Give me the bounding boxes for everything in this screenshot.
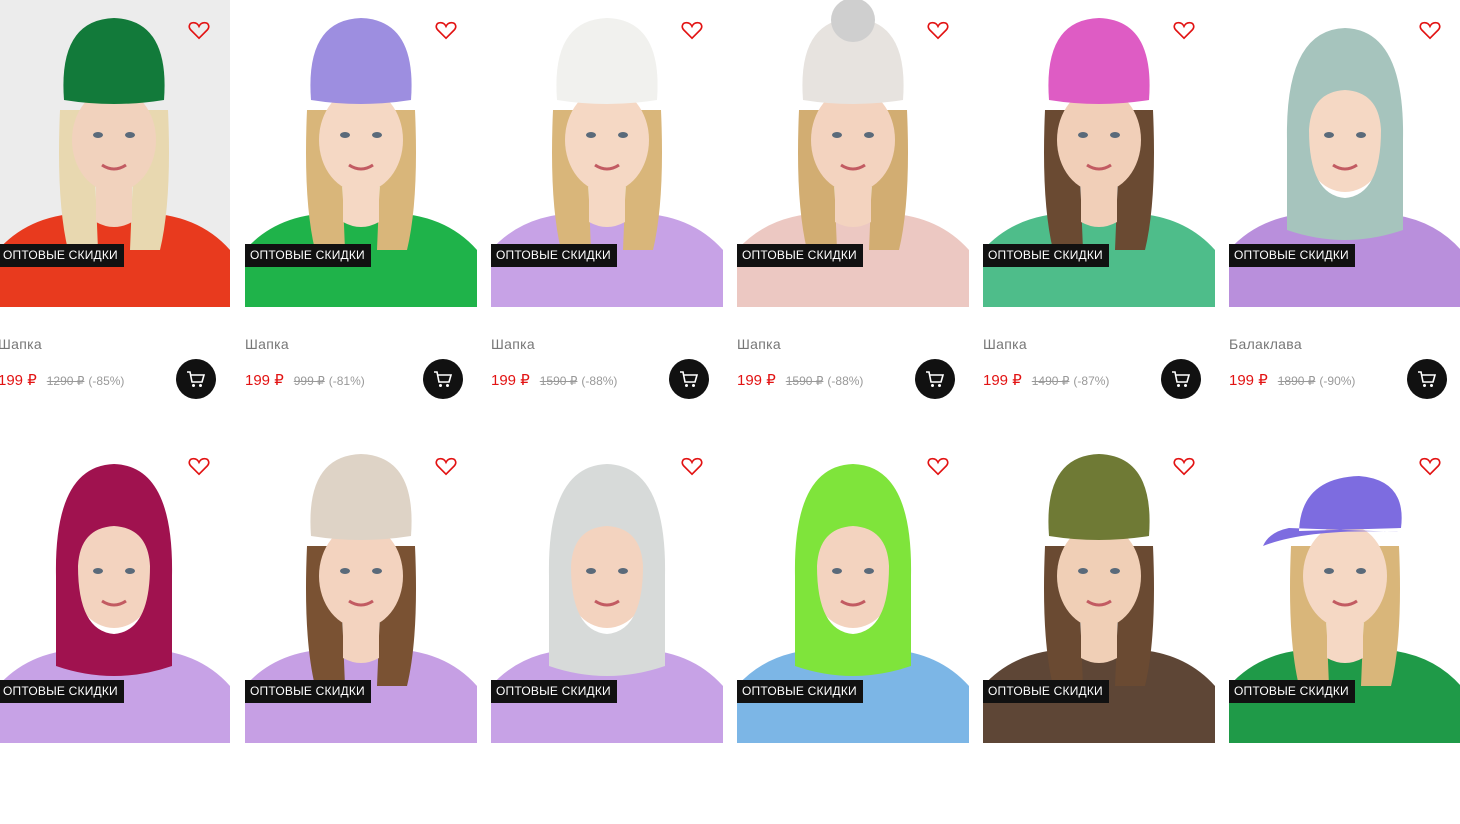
- current-price: 199 ₽: [0, 372, 37, 389]
- shopping-cart-icon: [680, 371, 699, 387]
- discount-percent: (-81%): [328, 374, 365, 388]
- heart-icon[interactable]: [681, 456, 703, 476]
- add-to-cart-button[interactable]: [176, 359, 216, 399]
- product-image[interactable]: ОПТОВЫЕ СКИДКИ: [245, 0, 477, 307]
- product-image[interactable]: ОПТОВЫЕ СКИДКИ: [0, 436, 230, 743]
- current-price: 199 ₽: [245, 372, 284, 389]
- wholesale-discount-badge: ОПТОВЫЕ СКИДКИ: [491, 244, 617, 267]
- product-image[interactable]: ОПТОВЫЕ СКИДКИ: [983, 0, 1215, 307]
- old-price: 999 ₽: [293, 374, 325, 388]
- price-row: 199 ₽ 1890 ₽ (-90%): [1229, 371, 1355, 389]
- shopping-cart-icon: [187, 371, 206, 387]
- current-price: 199 ₽: [1229, 372, 1268, 389]
- wholesale-discount-badge: ОПТОВЫЕ СКИДКИ: [983, 680, 1109, 703]
- price-row: [1229, 807, 1243, 824]
- wholesale-discount-badge: ОПТОВЫЕ СКИДКИ: [245, 680, 371, 703]
- product-title[interactable]: Балаклава: [1229, 336, 1302, 352]
- old-price: 1590 ₽: [785, 374, 824, 388]
- wholesale-discount-badge: ОПТОВЫЕ СКИДКИ: [1229, 244, 1355, 267]
- wholesale-discount-badge: ОПТОВЫЕ СКИДКИ: [737, 244, 863, 267]
- product-title[interactable]: Шапка: [491, 336, 535, 352]
- product-image[interactable]: ОПТОВЫЕ СКИДКИ: [737, 436, 969, 743]
- shopping-cart-icon: [1418, 371, 1437, 387]
- discount-percent: (-87%): [1073, 374, 1110, 388]
- heart-icon[interactable]: [188, 456, 210, 476]
- add-to-cart-button[interactable]: [423, 359, 463, 399]
- heart-icon[interactable]: [1419, 20, 1441, 40]
- product-image[interactable]: ОПТОВЫЕ СКИДКИ: [983, 436, 1215, 743]
- old-price: 1890 ₽: [1277, 374, 1316, 388]
- price-row: [0, 807, 12, 824]
- discount-percent: (-88%): [581, 374, 618, 388]
- add-to-cart-button[interactable]: [669, 359, 709, 399]
- old-price: 1490 ₽: [1031, 374, 1070, 388]
- price-row: [737, 807, 751, 824]
- discount-percent: (-85%): [88, 374, 125, 388]
- shopping-cart-icon: [1172, 371, 1191, 387]
- heart-icon[interactable]: [1173, 456, 1195, 476]
- heart-icon[interactable]: [435, 20, 457, 40]
- product-image[interactable]: ОПТОВЫЕ СКИДКИ: [1229, 436, 1460, 743]
- price-row: 199 ₽ 1490 ₽ (-87%): [983, 371, 1109, 389]
- product-title[interactable]: Шапка: [737, 336, 781, 352]
- add-to-cart-button[interactable]: [1407, 359, 1447, 399]
- wholesale-discount-badge: ОПТОВЫЕ СКИДКИ: [1229, 680, 1355, 703]
- price-row: 199 ₽ 1590 ₽ (-88%): [737, 371, 863, 389]
- wholesale-discount-badge: ОПТОВЫЕ СКИДКИ: [0, 680, 124, 703]
- product-image[interactable]: ОПТОВЫЕ СКИДКИ: [491, 0, 723, 307]
- heart-icon[interactable]: [1173, 20, 1195, 40]
- price-row: [491, 807, 505, 824]
- old-price: 1590 ₽: [539, 374, 578, 388]
- product-title[interactable]: Шапка: [245, 336, 289, 352]
- old-price: 1290 ₽: [46, 374, 85, 388]
- price-row: 199 ₽ 1590 ₽ (-88%): [491, 371, 617, 389]
- product-grid: ОПТОВЫЕ СКИДКИ Шапка 199 ₽ 1290 ₽(-85%): [0, 0, 1460, 743]
- heart-icon[interactable]: [681, 20, 703, 40]
- heart-icon[interactable]: [927, 20, 949, 40]
- shopping-cart-icon: [434, 371, 453, 387]
- wholesale-discount-badge: ОПТОВЫЕ СКИДКИ: [491, 680, 617, 703]
- current-price: 199 ₽: [737, 372, 776, 389]
- shopping-cart-icon: [926, 371, 945, 387]
- product-image[interactable]: ОПТОВЫЕ СКИДКИ: [737, 0, 969, 307]
- current-price: 199 ₽: [983, 372, 1022, 389]
- heart-icon[interactable]: [435, 456, 457, 476]
- discount-percent: (-90%): [1319, 374, 1356, 388]
- add-to-cart-button[interactable]: [1161, 359, 1201, 399]
- price-row: 199 ₽ 999 ₽ (-81%): [245, 371, 365, 389]
- product-image[interactable]: ОПТОВЫЕ СКИДКИ: [491, 436, 723, 743]
- wholesale-discount-badge: ОПТОВЫЕ СКИДКИ: [737, 680, 863, 703]
- heart-icon[interactable]: [188, 20, 210, 40]
- wholesale-discount-badge: ОПТОВЫЕ СКИДКИ: [245, 244, 371, 267]
- wholesale-discount-badge: ОПТОВЫЕ СКИДКИ: [983, 244, 1109, 267]
- discount-percent: (-88%): [827, 374, 864, 388]
- product-image[interactable]: ОПТОВЫЕ СКИДКИ: [245, 436, 477, 743]
- price-row: [983, 807, 997, 824]
- add-to-cart-button[interactable]: [915, 359, 955, 399]
- wholesale-discount-badge: ОПТОВЫЕ СКИДКИ: [0, 244, 124, 267]
- price-row: [245, 807, 259, 824]
- product-image[interactable]: ОПТОВЫЕ СКИДКИ: [0, 0, 230, 307]
- heart-icon[interactable]: [1419, 456, 1441, 476]
- current-price: 199 ₽: [491, 372, 530, 389]
- product-image[interactable]: ОПТОВЫЕ СКИДКИ: [1229, 0, 1460, 307]
- heart-icon[interactable]: [927, 456, 949, 476]
- product-title[interactable]: Шапка: [0, 336, 42, 352]
- price-row: 199 ₽ 1290 ₽ (-85%): [0, 371, 124, 389]
- product-title[interactable]: Шапка: [983, 336, 1027, 352]
